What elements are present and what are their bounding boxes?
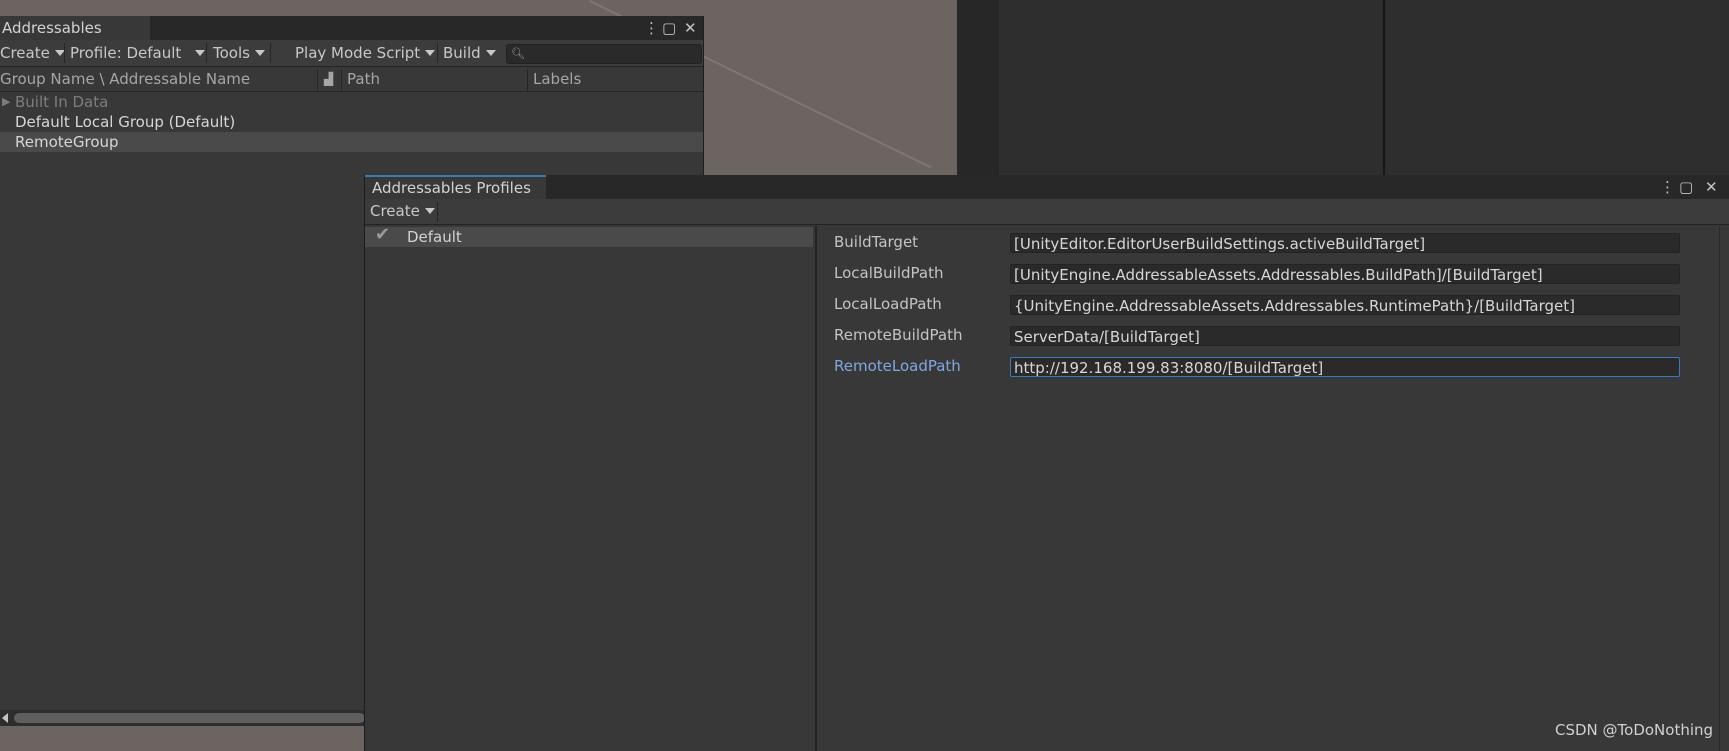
toolbar-separator (270, 43, 271, 63)
build-label: Build (443, 44, 481, 62)
addressables-profiles-window: Addressables Profiles ⋮ ▢ ✕ Create ✔ Def… (364, 175, 1729, 751)
groups-tabstrip: Addressables Groups ⋮ ▢ ✕ (0, 16, 703, 61)
variable-label-localbuildpath: LocalBuildPath (834, 264, 944, 282)
maximize-icon[interactable]: ▢ (1679, 177, 1693, 197)
create-profile-dropdown[interactable]: Create (370, 199, 435, 224)
column-separator[interactable] (527, 69, 528, 91)
profile-list-item-label: Default (407, 228, 462, 246)
group-row-remote[interactable]: RemoteGroup (0, 132, 703, 152)
profile-label: Profile: Default (70, 44, 182, 62)
toolbar-separator (437, 202, 438, 222)
panel-edge (1719, 226, 1720, 751)
variable-label-localloadpath: LocalLoadPath (834, 295, 942, 313)
tab-addressables-groups[interactable]: Addressables Groups (0, 16, 150, 61)
variable-label-buildtarget: BuildTarget (834, 233, 919, 251)
watermark: CSDN @ToDoNothing (1555, 721, 1714, 739)
play-mode-script-label: Play Mode Script (295, 44, 421, 62)
column-header-path[interactable]: Path (347, 67, 380, 91)
column-header-labels[interactable]: Labels (533, 67, 581, 91)
column-separator[interactable] (317, 69, 318, 91)
more-options-icon[interactable]: ⋮ (644, 18, 659, 38)
group-row-label: RemoteGroup (15, 133, 119, 151)
variable-field-remoteloadpath[interactable]: http://192.168.199.83:8080/[BuildTarget] (1010, 357, 1680, 377)
group-row-built-in-data[interactable]: ▶ Built In Data (0, 92, 703, 112)
variable-field-localloadpath[interactable]: {UnityEngine.AddressableAssets.Addressab… (1010, 295, 1680, 315)
toolbar-separator (64, 43, 65, 63)
profile-list-item-default[interactable]: ✔ Default (365, 224, 813, 247)
variable-field-localbuildpath[interactable]: [UnityEngine.AddressableAssets.Addressab… (1010, 264, 1680, 284)
background-panel (957, 0, 1729, 176)
create-label: Create (0, 44, 50, 62)
chevron-down-icon (485, 50, 496, 56)
variable-field-buildtarget[interactable]: [UnityEditor.EditorUserBuildSettings.act… (1010, 233, 1680, 253)
play-mode-script-dropdown[interactable]: Play Mode Script (295, 40, 436, 66)
chevron-down-icon (424, 208, 435, 214)
search-icon: 🔍︎ (511, 47, 525, 60)
maximize-icon[interactable]: ▢ (662, 18, 676, 38)
tab-addressables-profiles[interactable]: Addressables Profiles (365, 175, 546, 199)
scene-view-bottom (0, 725, 365, 751)
column-separator[interactable] (341, 69, 342, 91)
scrollbar-thumb[interactable] (14, 713, 365, 723)
search-input[interactable]: 🔍︎ (506, 44, 702, 64)
create-dropdown[interactable]: Create (0, 40, 65, 66)
chevron-down-icon (254, 50, 265, 56)
group-row-default-local[interactable]: Default Local Group (Default) (0, 112, 703, 132)
profile-dropdown[interactable]: Profile: Default (70, 40, 206, 66)
profiles-tabstrip: Addressables Profiles ⋮ ▢ ✕ (365, 175, 1729, 199)
column-header-name[interactable]: Group Name \ Addressable Name (0, 67, 250, 91)
variable-label-remotebuildpath: RemoteBuildPath (834, 326, 963, 344)
profiles-toolbar: Create (365, 199, 1729, 225)
build-dropdown[interactable]: Build (443, 40, 496, 66)
scroll-left-icon[interactable] (2, 713, 8, 723)
groups-toolbar: Create Profile: Default Tools Play Mode … (0, 40, 703, 67)
group-row-label: Default Local Group (Default) (15, 113, 236, 131)
expand-arrow-icon[interactable]: ▶ (2, 92, 10, 112)
chevron-down-icon (195, 50, 206, 56)
close-icon[interactable]: ✕ (1705, 177, 1718, 197)
profile-list-panel (365, 226, 815, 751)
close-icon[interactable]: ✕ (684, 18, 697, 38)
chevron-down-icon (425, 50, 436, 56)
groups-column-header: Group Name \ Addressable Name ▟ Path Lab… (0, 67, 703, 92)
asset-type-icon: ▟ (324, 72, 334, 86)
toolbar-separator (206, 43, 207, 63)
create-label: Create (370, 202, 420, 220)
more-options-icon[interactable]: ⋮ (1660, 177, 1675, 197)
variable-field-remotebuildpath[interactable]: ServerData/[BuildTarget] (1010, 326, 1680, 346)
tools-label: Tools (213, 44, 250, 62)
checkmark-icon: ✔ (375, 224, 391, 245)
background-divider (1383, 0, 1385, 176)
toolbar-separator (437, 43, 438, 63)
variable-label-remoteloadpath: RemoteLoadPath (834, 357, 961, 375)
tools-dropdown[interactable]: Tools (213, 40, 265, 66)
background-strip (957, 0, 999, 176)
group-row-label: Built In Data (15, 93, 109, 111)
